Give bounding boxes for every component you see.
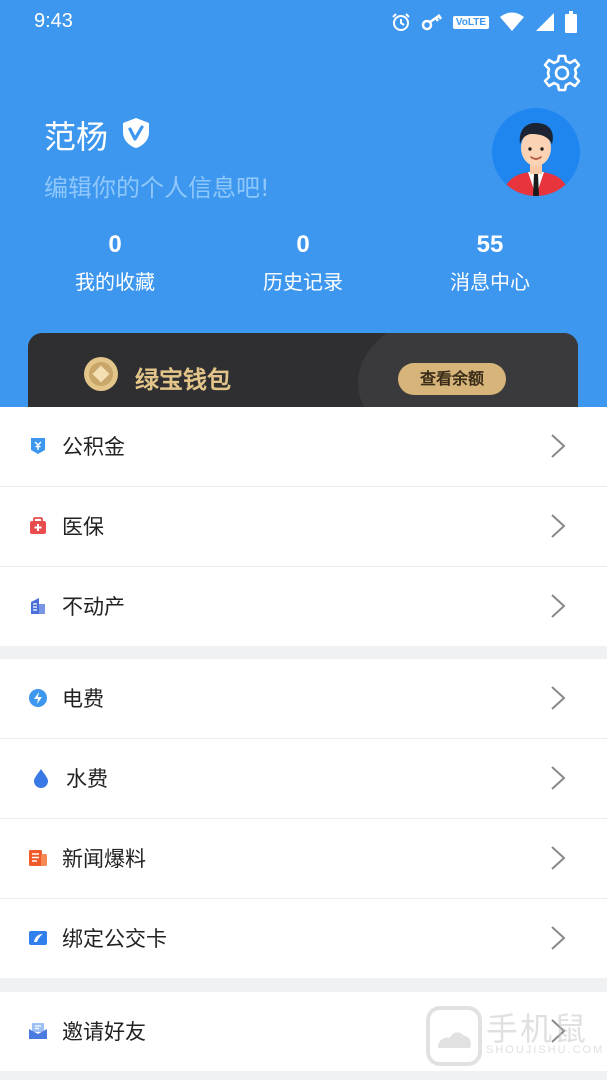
chevron-right-icon [551,926,566,950]
chevron-right-icon [551,594,566,618]
menu-item-bus-card[interactable]: 绑定公交卡 [0,899,607,978]
menu-item-housing-fund[interactable]: 公积金 [0,407,607,487]
stat-history[interactable]: 0 历史记录 [213,230,393,295]
menu-item-medical-insurance[interactable]: 医保 [0,487,607,567]
watermark-logo-icon [426,1006,482,1066]
stat-history-value: 0 [296,231,310,258]
menu-item-water[interactable]: 水费 [0,739,607,819]
menu-item-label: 新闻爆料 [62,847,146,871]
menu-item-label: 邀请好友 [62,1020,146,1044]
news-icon [29,850,47,866]
medical-insurance-icon [30,517,46,534]
menu-item-label: 不动产 [62,595,125,619]
menu-item-label: 公积金 [62,435,125,459]
chevron-right-icon [551,686,566,710]
key-icon [421,13,442,31]
status-bar: 9:43 VoLTE [0,0,607,46]
alarm-icon [392,13,410,31]
edit-profile-prompt[interactable]: 编辑你的个人信息吧! [44,168,270,203]
chevron-right-icon [551,846,566,870]
water-drop-icon [34,769,48,788]
housing-fund-icon [31,438,45,454]
menu-group-services: 公积金 医保 不动产 [0,407,607,646]
watermark-subtext: SHOUJISHU.COM [486,1044,605,1056]
invite-mail-icon [29,1023,47,1039]
menu-item-label: 水费 [66,767,108,791]
chevron-right-icon [551,434,566,458]
electricity-icon [29,689,47,707]
stat-favorites[interactable]: 0 我的收藏 [25,230,205,295]
real-estate-icon [31,598,45,614]
status-icons: VoLTE [391,11,577,33]
bus-card-icon [29,931,47,945]
avatar[interactable] [492,108,580,196]
menu-item-label: 绑定公交卡 [62,927,167,951]
watermark: 手机鼠 SHOUJISHU.COM [420,1000,607,1072]
battery-icon [565,11,577,33]
menu-item-label: 电费 [62,687,104,711]
view-balance-button[interactable]: 查看余额 [398,363,506,395]
status-time: 9:43 [34,10,73,32]
wallet-coin-icon [84,357,118,391]
menu-item-label: 医保 [62,515,104,539]
verified-shield-icon [123,118,149,148]
stat-favorites-label: 我的收藏 [75,270,155,294]
profile-header: 9:43 VoLTE 范杨 编辑你的个人信息吧! 0 我的收藏 0 历史记录 5… [0,0,607,407]
wallet-card[interactable]: 绿宝钱包 查看余额 [28,333,578,407]
chevron-right-icon [551,514,566,538]
chevron-right-icon [551,766,566,790]
wifi-icon [500,12,524,31]
avatar-illustration [502,122,570,196]
menu-item-real-estate[interactable]: 不动产 [0,567,607,646]
volte-icon: VoLTE [452,15,489,29]
user-name[interactable]: 范杨 [44,112,108,158]
signal-icon [536,13,554,31]
stat-favorites-value: 0 [108,231,122,258]
stat-history-label: 历史记录 [263,270,343,294]
stat-messages-label: 消息中心 [450,270,530,294]
menu-item-electricity[interactable]: 电费 [0,659,607,739]
wallet-title: 绿宝钱包 [135,366,231,394]
menu-item-news-tips[interactable]: 新闻爆料 [0,819,607,899]
menu-group-payments: 电费 水费 新闻爆料 绑定公交卡 [0,659,607,978]
settings-gear-icon[interactable] [542,53,582,93]
stat-messages-value: 55 [476,231,504,258]
stat-messages[interactable]: 55 消息中心 [400,230,580,295]
